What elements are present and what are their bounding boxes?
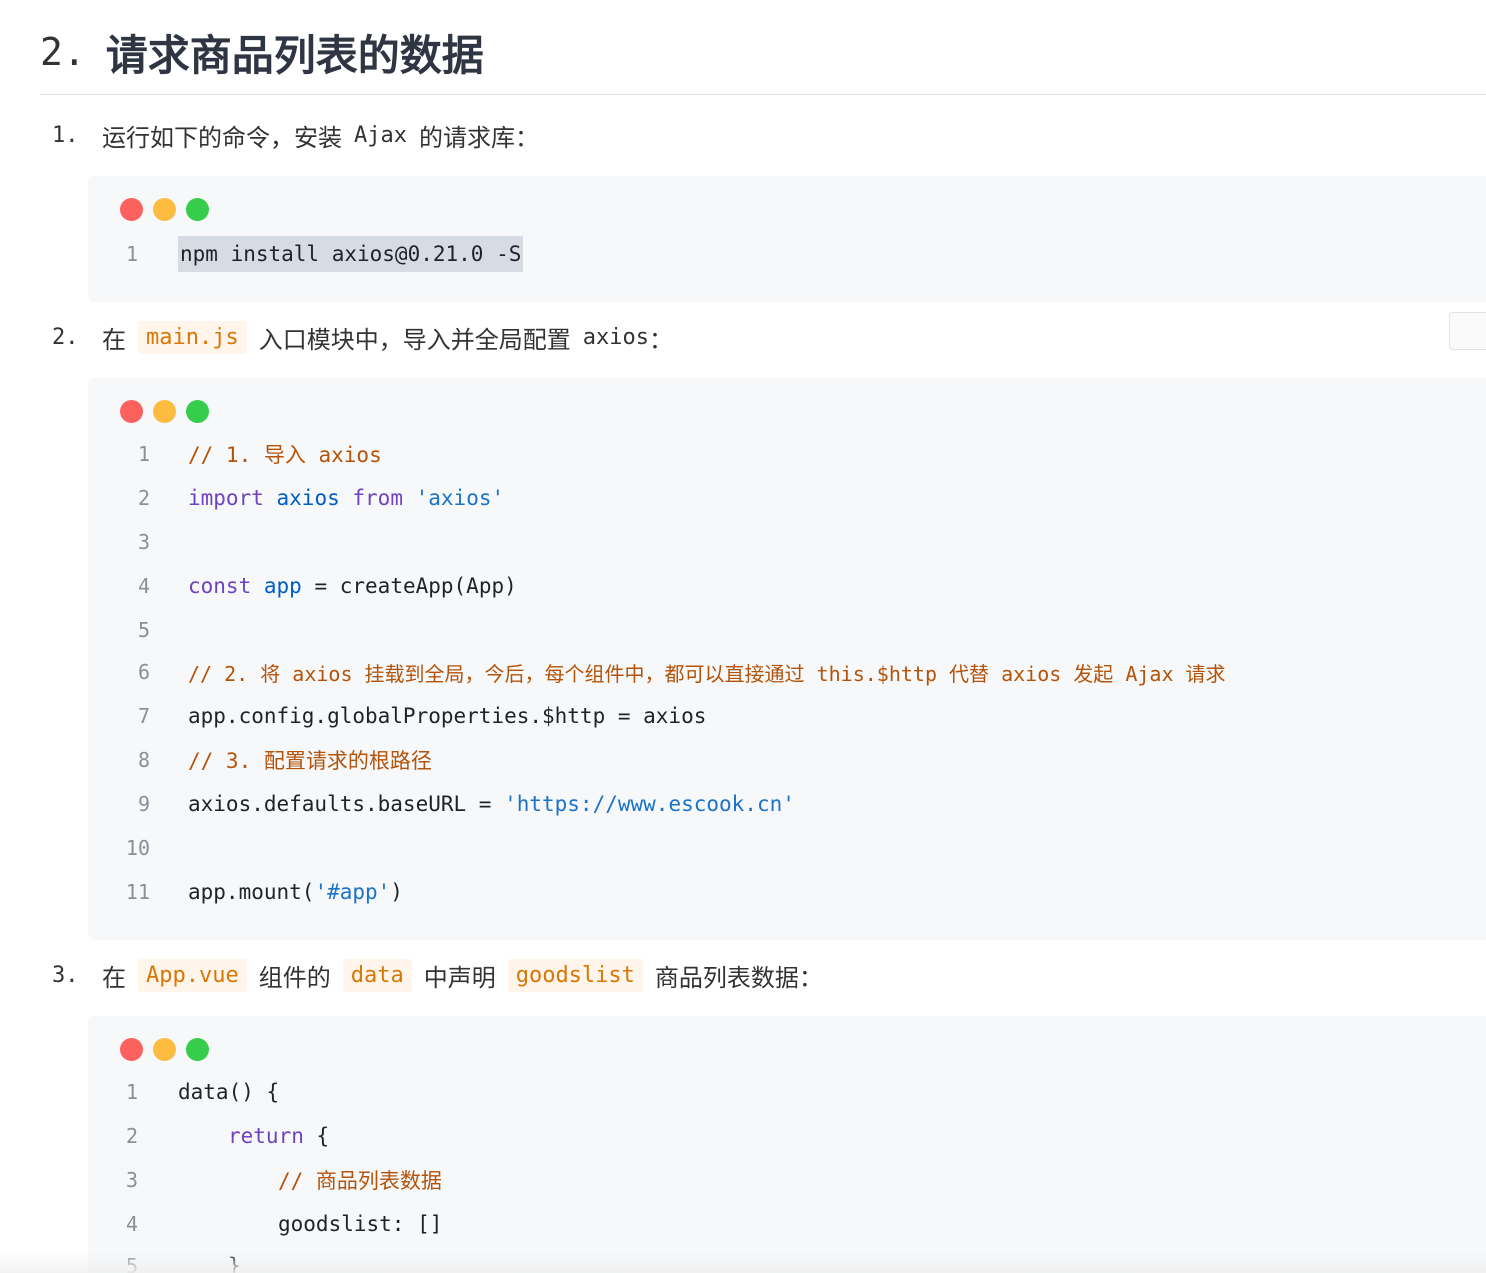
code-line: 11 app.mount('#app') — [88, 870, 403, 914]
line-number: 1 — [137, 442, 150, 466]
code-line: 10 — [88, 826, 150, 870]
line-number: 6 — [137, 660, 150, 684]
step-text: 运行如下的命令，安装 Ajax 的请求库： — [102, 118, 539, 153]
code-comment: // 商品列表数据 — [278, 1169, 442, 1193]
inline-code-main-js: main.js — [138, 321, 247, 354]
maximize-dot-icon — [186, 1038, 209, 1061]
line-number: 8 — [137, 748, 150, 772]
code-text: goodslist: [] — [278, 1212, 443, 1236]
close-dot-icon — [120, 198, 143, 221]
line-number: 1 — [125, 1080, 138, 1104]
line-number: 3 — [125, 1168, 138, 1192]
step-1: 1. 运行如下的命令，安装 Ajax 的请求库： — [52, 118, 539, 153]
code-line: 6 // 2. 将 axios 挂载到全局，今后，每个组件中，都可以直接通过 t… — [88, 650, 1226, 694]
code-line: 2 import axios from 'axios' — [88, 476, 504, 520]
step-3: 3. 在 App.vue 组件的 data 中声明 goodslist 商品列表… — [52, 958, 823, 993]
code-line: 1 // 1. 导入 axios — [88, 432, 382, 476]
minimize-dot-icon — [153, 1038, 176, 1061]
heading-title: 请求商品列表的数据 — [105, 30, 484, 80]
inline-code-goodslist: goodslist — [507, 959, 643, 992]
code-text: { — [303, 1124, 330, 1148]
code-line: 1 npm install axios@0.21.0 -S — [88, 232, 524, 276]
code-comment: // 2. 将 axios 挂载到全局，今后，每个组件中，都可以直接通过 thi… — [188, 661, 1226, 686]
step-code-word: axios — [582, 325, 649, 350]
code-keyword: from — [352, 486, 403, 510]
heading-number: 2. — [40, 30, 86, 74]
minimize-dot-icon — [153, 400, 176, 423]
code-line: 9 axios.defaults.baseURL = 'https://www.… — [88, 782, 795, 826]
step-text: 在 App.vue 组件的 data 中声明 goodslist 商品列表数据： — [102, 958, 823, 993]
step-text-before: 在 — [102, 964, 126, 992]
code-keyword: import — [188, 486, 264, 510]
code-block-3: 1 data() { 2 return { 3 // 商品列表数据 4 good… — [88, 1016, 1486, 1273]
step-code-word: Ajax — [354, 123, 407, 148]
step-text-after: 商品列表数据： — [654, 964, 823, 992]
code-block-1: 1 npm install axios@0.21.0 -S — [88, 176, 1486, 302]
window-controls — [120, 1038, 209, 1061]
code-line: 5 — [88, 608, 150, 652]
code-keyword: const — [188, 574, 252, 598]
section-heading: 2. 请求商品列表的数据 — [40, 10, 1486, 95]
close-dot-icon — [120, 1038, 143, 1061]
step-text-2: 中声明 — [423, 964, 496, 992]
step-text-before: 在 — [102, 326, 126, 354]
code-line: 3 // 商品列表数据 — [88, 1158, 442, 1202]
code-string: 'https://www.escook.cn' — [504, 792, 795, 816]
code-text: axios.defaults.baseURL = — [188, 792, 505, 816]
step-text-1: 组件的 — [258, 964, 331, 992]
code-text: ) — [390, 880, 403, 904]
code-text: app.config.globalProperties.$http = axio… — [188, 704, 707, 728]
step-text-before: 运行如下的命令，安装 — [102, 124, 342, 152]
line-number: 11 — [125, 880, 150, 904]
close-dot-icon — [120, 400, 143, 423]
inline-code-data: data — [342, 959, 412, 992]
code-comment: // 3. 配置请求的根路径 — [188, 749, 432, 773]
step-2: 2. 在 main.js 入口模块中，导入并全局配置 axios： — [52, 320, 673, 355]
bottom-fade — [0, 1251, 1486, 1273]
step-text-middle: 入口模块中，导入并全局配置 — [258, 326, 571, 354]
maximize-dot-icon — [186, 400, 209, 423]
step-text: 在 main.js 入口模块中，导入并全局配置 axios： — [102, 320, 673, 355]
code-line: 4 const app = createApp(App) — [88, 564, 517, 608]
code-comment: // 1. 导入 axios — [188, 443, 382, 467]
code-line: 8 // 3. 配置请求的根路径 — [88, 738, 432, 782]
window-controls — [120, 400, 209, 423]
code-string: 'axios' — [415, 486, 505, 510]
minimize-dot-icon — [153, 198, 176, 221]
window-controls — [120, 198, 209, 221]
code-text: app.mount( — [188, 880, 315, 904]
line-number: 9 — [137, 792, 150, 816]
step-number: 3. — [52, 963, 79, 988]
code-string: '#app' — [314, 880, 391, 904]
line-number: 2 — [125, 1124, 138, 1148]
code-keyword: return — [228, 1124, 304, 1148]
code-block-2: 1 // 1. 导入 axios 2 import axios from 'ax… — [88, 378, 1486, 940]
code-line: 3 — [88, 520, 150, 564]
code-line: 7 app.config.globalProperties.$http = ax… — [88, 694, 706, 738]
code-line: 1 data() { — [88, 1070, 279, 1114]
line-number: 1 — [125, 242, 138, 266]
line-number: 4 — [125, 1212, 138, 1236]
code-identifier: axios — [276, 486, 340, 510]
document-page: 2. 请求商品列表的数据 1. 运行如下的命令，安装 Ajax 的请求库： 1 … — [0, 0, 1486, 1273]
step-text-after: ： — [648, 326, 673, 354]
step-number: 2. — [52, 325, 79, 350]
line-number: 2 — [137, 486, 150, 510]
code-identifier: app — [263, 574, 302, 598]
step-text-after: 的请求库： — [418, 124, 539, 152]
line-number: 5 — [137, 618, 150, 642]
line-number: 3 — [137, 530, 150, 554]
code-text: = createApp(App) — [314, 574, 517, 598]
copy-button[interactable] — [1449, 312, 1486, 350]
code-text: data() { — [178, 1080, 280, 1104]
code-line: 4 goodslist: [] — [88, 1202, 442, 1246]
line-number: 10 — [125, 836, 150, 860]
line-number: 7 — [137, 704, 150, 728]
inline-code-app-vue: App.vue — [138, 959, 247, 992]
step-number: 1. — [52, 123, 79, 148]
code-text[interactable]: npm install axios@0.21.0 -S — [178, 236, 524, 272]
line-number: 4 — [137, 574, 150, 598]
maximize-dot-icon — [186, 198, 209, 221]
code-line: 2 return { — [88, 1114, 329, 1158]
